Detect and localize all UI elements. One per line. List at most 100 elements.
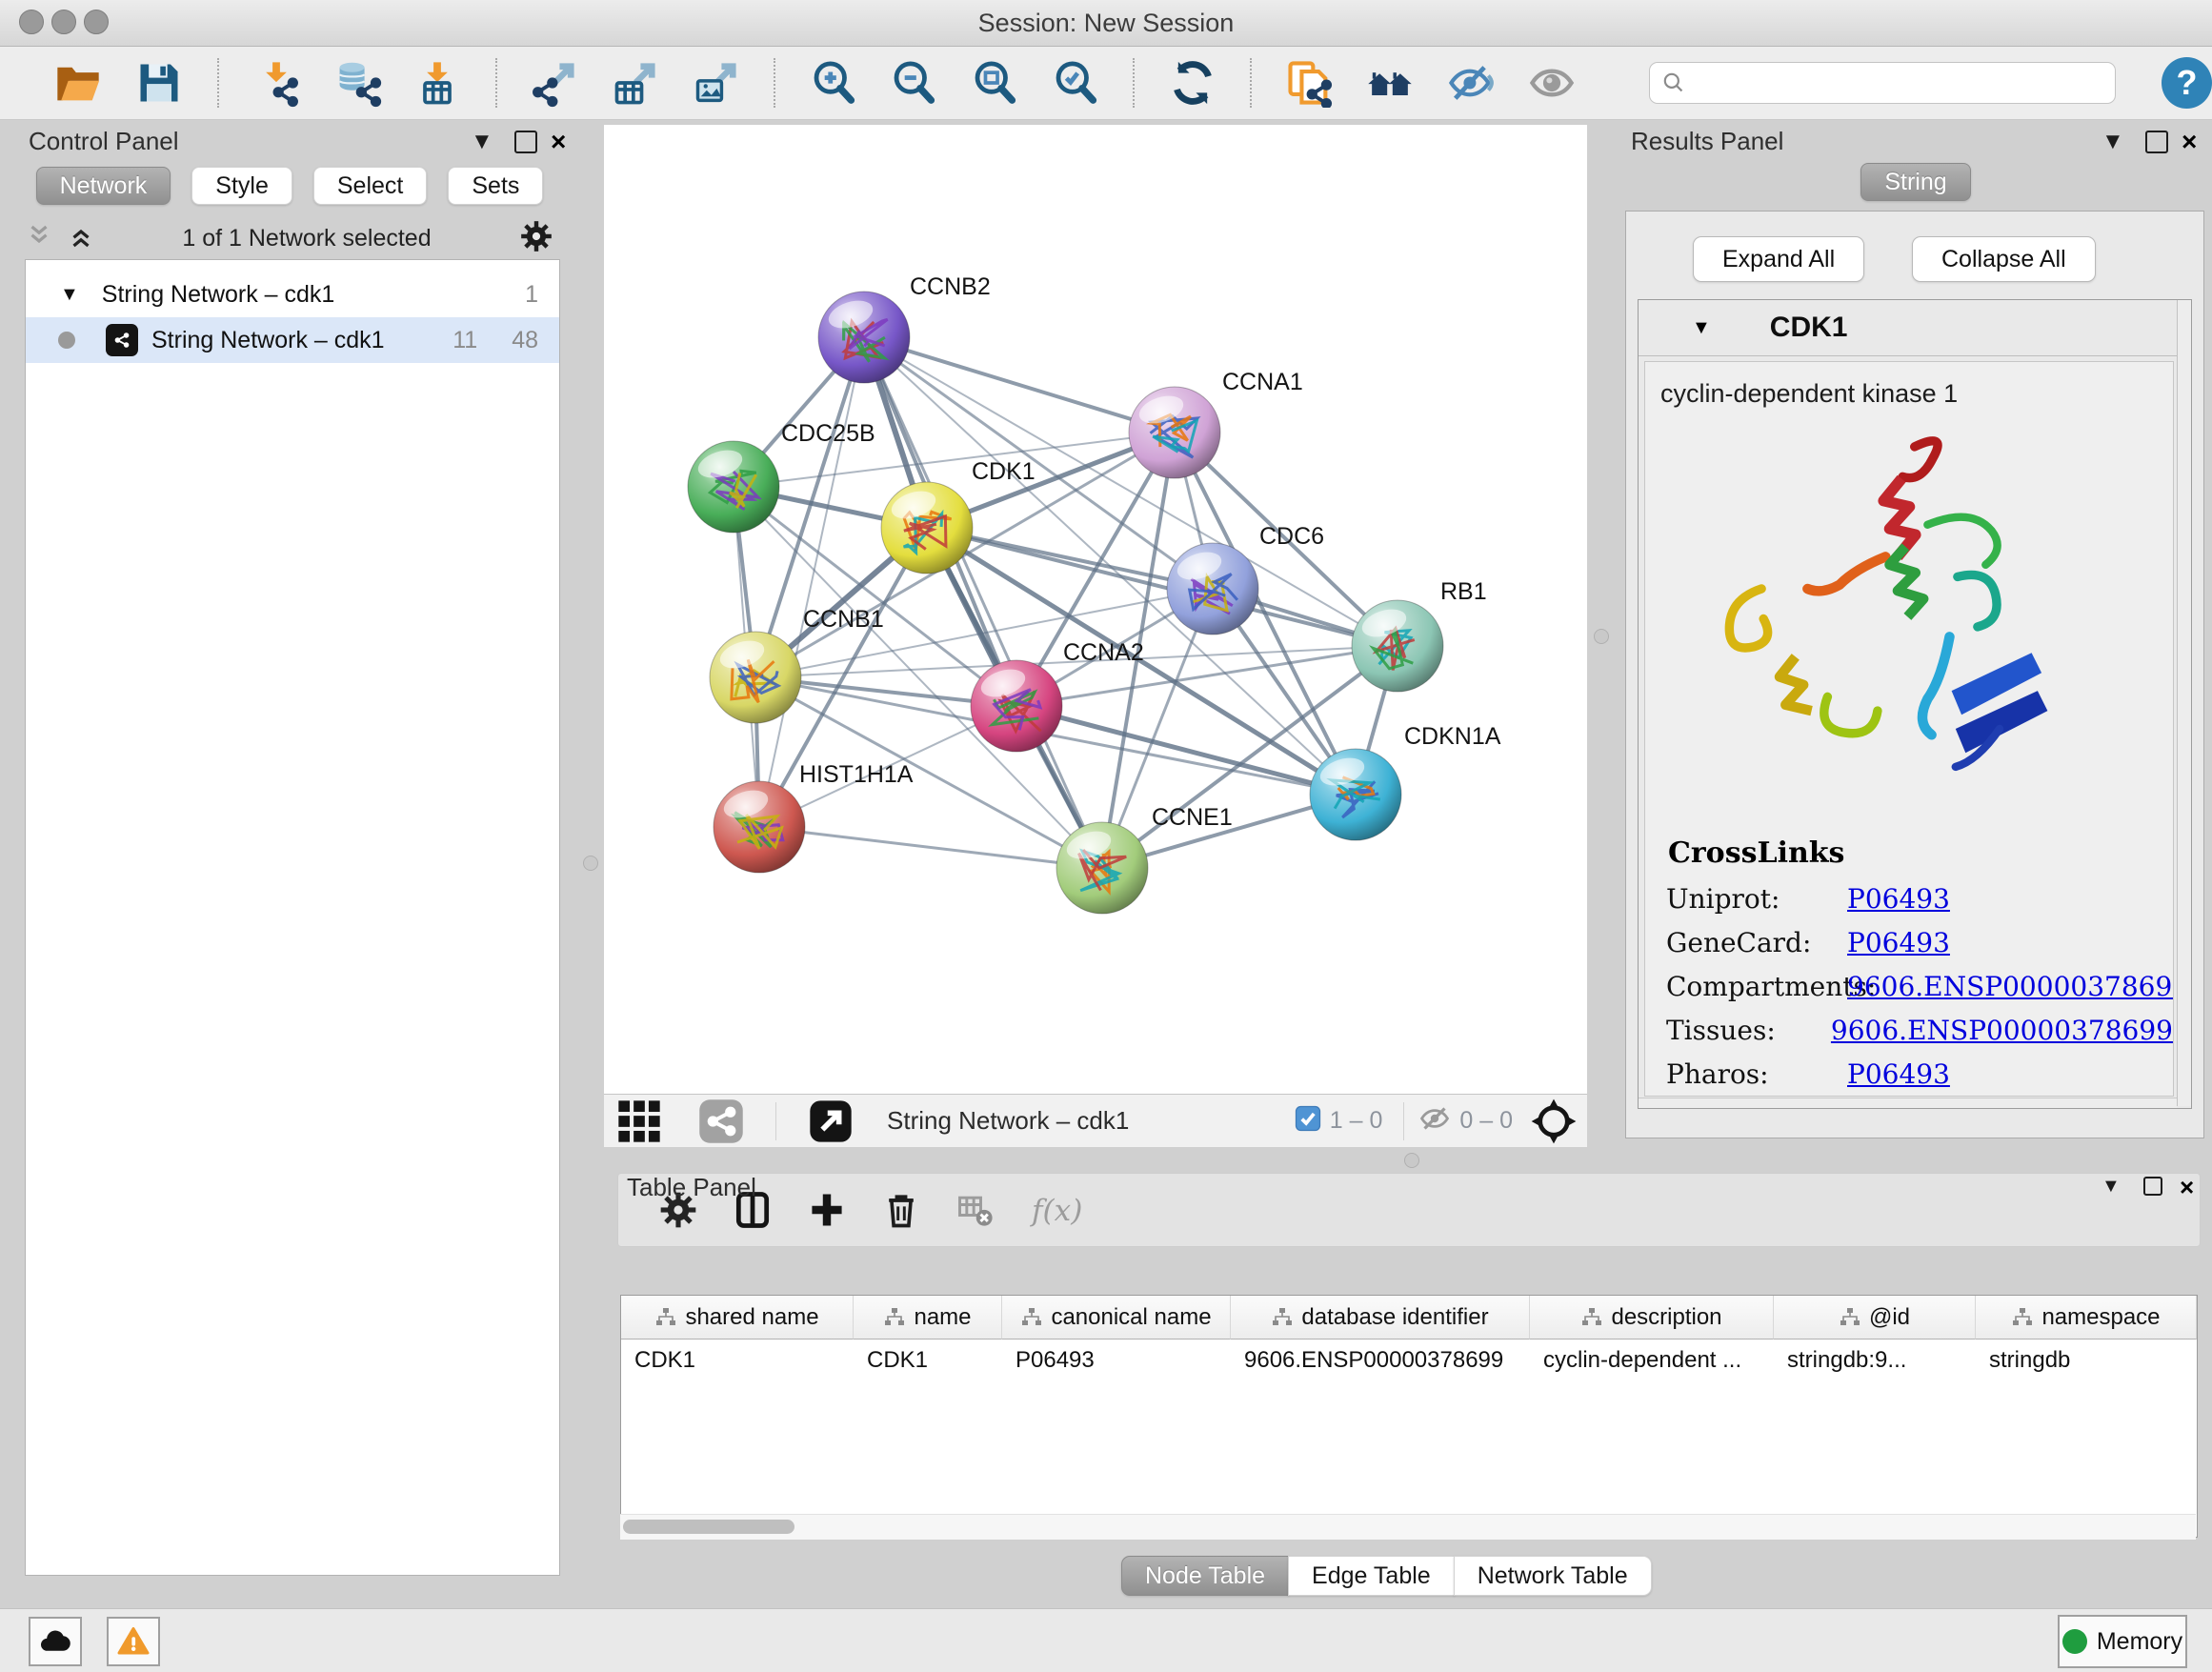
- tab-network[interactable]: Network: [36, 167, 171, 205]
- table-panel-close-icon[interactable]: ×: [2180, 1173, 2194, 1202]
- string-network-graph[interactable]: CCNB2CCNA1CDC25BCDK1CDC6RB1CCNB1CCNA2CDK…: [604, 125, 1587, 1095]
- edge-CCNB2-CCNE1[interactable]: [864, 337, 1102, 868]
- network-collection-row[interactable]: ▼ String Network – cdk1 1: [26, 272, 559, 317]
- expand-all-button[interactable]: Expand All: [1693, 236, 1864, 282]
- zoom-selected-button[interactable]: [1048, 55, 1102, 111]
- save-session-button[interactable]: [132, 55, 187, 111]
- tab-sets[interactable]: Sets: [448, 167, 543, 205]
- results-panel-menu-icon[interactable]: ▼: [2101, 131, 2124, 153]
- table-panel-menu-icon[interactable]: ▼: [2101, 1177, 2121, 1197]
- crosslink-link[interactable]: P06493: [1847, 927, 1950, 958]
- tab-network-table[interactable]: Network Table: [1454, 1556, 1652, 1596]
- horizontal-splitter-grip[interactable]: [1404, 1153, 1419, 1168]
- control-panel-float-icon[interactable]: [514, 131, 537, 158]
- export-network-button[interactable]: [528, 55, 582, 111]
- table-hscroll-track[interactable]: [620, 1514, 2196, 1540]
- table-cell[interactable]: cyclin-dependent ...: [1530, 1340, 1774, 1381]
- new-network-from-selection-button[interactable]: [1282, 55, 1337, 111]
- node-HIST1H1A[interactable]: HIST1H1A: [714, 761, 914, 873]
- table-cell[interactable]: stringdb:9...: [1774, 1340, 1976, 1381]
- column-header-description[interactable]: description: [1530, 1296, 1774, 1340]
- table-cell[interactable]: 9606.ENSP00000378699: [1231, 1340, 1530, 1381]
- crosslink-link[interactable]: P06493: [1847, 1058, 1950, 1090]
- table-hscroll-thumb[interactable]: [623, 1520, 794, 1534]
- edge-CCNB2-CCNA1[interactable]: [864, 337, 1175, 433]
- import-network-button[interactable]: [250, 55, 304, 111]
- cloud-button[interactable]: [29, 1617, 82, 1666]
- results-panel-close-icon[interactable]: ×: [2182, 127, 2197, 157]
- results-panel-float-icon[interactable]: [2145, 131, 2168, 158]
- import-network-from-database-button[interactable]: [330, 55, 384, 111]
- column-header--id[interactable]: @id: [1774, 1296, 1976, 1340]
- tab-node-table[interactable]: Node Table: [1121, 1556, 1289, 1596]
- expand-all-chevron-icon[interactable]: [67, 222, 95, 255]
- zoom-fit-button[interactable]: [968, 55, 1022, 111]
- help-button[interactable]: ?: [2162, 57, 2212, 109]
- control-panel-close-icon[interactable]: ×: [551, 127, 566, 157]
- edge-CDK1-RB1[interactable]: [927, 528, 1398, 646]
- network-row[interactable]: String Network – cdk1 11 48: [26, 317, 559, 363]
- gene-collapse-icon[interactable]: ▼: [1692, 317, 1711, 339]
- warning-button[interactable]: [107, 1617, 160, 1666]
- crosslink-link[interactable]: 9606.ENSP00000378699: [1831, 1015, 2173, 1046]
- collapse-all-button[interactable]: Collapse All: [1912, 236, 2096, 282]
- table-cell[interactable]: CDK1: [621, 1340, 854, 1381]
- crosslink-link[interactable]: P06493: [1847, 883, 1950, 915]
- network-options-gear-icon[interactable]: [518, 218, 554, 259]
- network-canvas[interactable]: CCNB2CCNA1CDC25BCDK1CDC6RB1CCNB1CCNA2CDK…: [604, 124, 1587, 1095]
- memory-button[interactable]: Memory: [2058, 1615, 2187, 1668]
- node-CDKN1A[interactable]: CDKN1A: [1310, 723, 1501, 840]
- grid-view-button[interactable]: [612, 1094, 667, 1149]
- network-badge-button[interactable]: [694, 1094, 749, 1149]
- tab-edge-table[interactable]: Edge Table: [1288, 1556, 1455, 1596]
- apply-layout-button[interactable]: [1165, 55, 1219, 111]
- node-CCNE1[interactable]: CCNE1: [1056, 804, 1233, 914]
- zoom-in-button[interactable]: [806, 55, 860, 111]
- open-file-button[interactable]: [51, 55, 106, 111]
- node-CCNB1[interactable]: CCNB1: [710, 606, 884, 723]
- hide-selected-button[interactable]: [1443, 55, 1498, 111]
- hidden-count-eye-icon[interactable]: [1418, 1101, 1452, 1140]
- control-panel-menu-icon[interactable]: ▼: [471, 131, 493, 153]
- export-table-button[interactable]: [609, 55, 663, 111]
- table-cell[interactable]: P06493: [1002, 1340, 1231, 1381]
- selected-count-checkbox-icon[interactable]: [1294, 1104, 1322, 1138]
- show-all-button[interactable]: [1524, 55, 1579, 111]
- gene-entry-header[interactable]: ▼ CDK1: [1639, 300, 2191, 356]
- node-RB1[interactable]: RB1: [1352, 578, 1487, 692]
- column-header-shared-name[interactable]: shared name: [621, 1296, 854, 1340]
- node-CCNA1[interactable]: CCNA1: [1129, 369, 1303, 478]
- edge-CCNB2-HIST1H1A[interactable]: [759, 337, 864, 827]
- results-vertical-scrollbar[interactable]: [2177, 300, 2191, 1106]
- column-header-database-identifier[interactable]: database identifier: [1231, 1296, 1530, 1340]
- delete-column-button[interactable]: [874, 1182, 929, 1238]
- right-splitter-grip[interactable]: [1594, 629, 1609, 644]
- export-image-button[interactable]: [689, 55, 743, 111]
- edge-HIST1H1A-CCNE1[interactable]: [759, 827, 1102, 868]
- table-cell[interactable]: CDK1: [854, 1340, 1002, 1381]
- collapse-all-chevron-icon[interactable]: [25, 222, 53, 255]
- create-column-button[interactable]: [799, 1182, 855, 1238]
- left-splitter-grip[interactable]: [583, 856, 598, 871]
- search-box[interactable]: [1649, 62, 2116, 104]
- crosslink-link[interactable]: 9606.ENSP00000378699: [1847, 971, 2174, 1002]
- table-cell[interactable]: stringdb: [1976, 1340, 2197, 1381]
- node-CDK1[interactable]: CDK1: [881, 458, 1036, 574]
- tab-select[interactable]: Select: [313, 167, 427, 205]
- tab-style[interactable]: Style: [191, 167, 292, 205]
- tab-string[interactable]: String: [1860, 163, 1970, 201]
- column-header-name[interactable]: name: [854, 1296, 1002, 1340]
- function-builder-button[interactable]: f(x): [1022, 1182, 1104, 1238]
- column-header-canonical-name[interactable]: canonical name: [1002, 1296, 1231, 1340]
- collection-expand-icon[interactable]: ▼: [60, 284, 79, 306]
- table-panel-float-icon[interactable]: [2143, 1177, 2162, 1200]
- search-input[interactable]: [1696, 69, 2103, 97]
- delete-table-button[interactable]: [948, 1182, 1003, 1238]
- table-row[interactable]: CDK1CDK1P064939606.ENSP00000378699cyclin…: [621, 1340, 2197, 1381]
- open-in-window-button[interactable]: [803, 1094, 858, 1149]
- first-neighbors-button[interactable]: [1363, 55, 1418, 111]
- node-CDC25B[interactable]: CDC25B: [688, 420, 875, 533]
- results-horizontal-scrollbar[interactable]: [1639, 1098, 2177, 1108]
- birdseye-view-button[interactable]: [1526, 1094, 1581, 1149]
- column-header-namespace[interactable]: namespace: [1976, 1296, 2197, 1340]
